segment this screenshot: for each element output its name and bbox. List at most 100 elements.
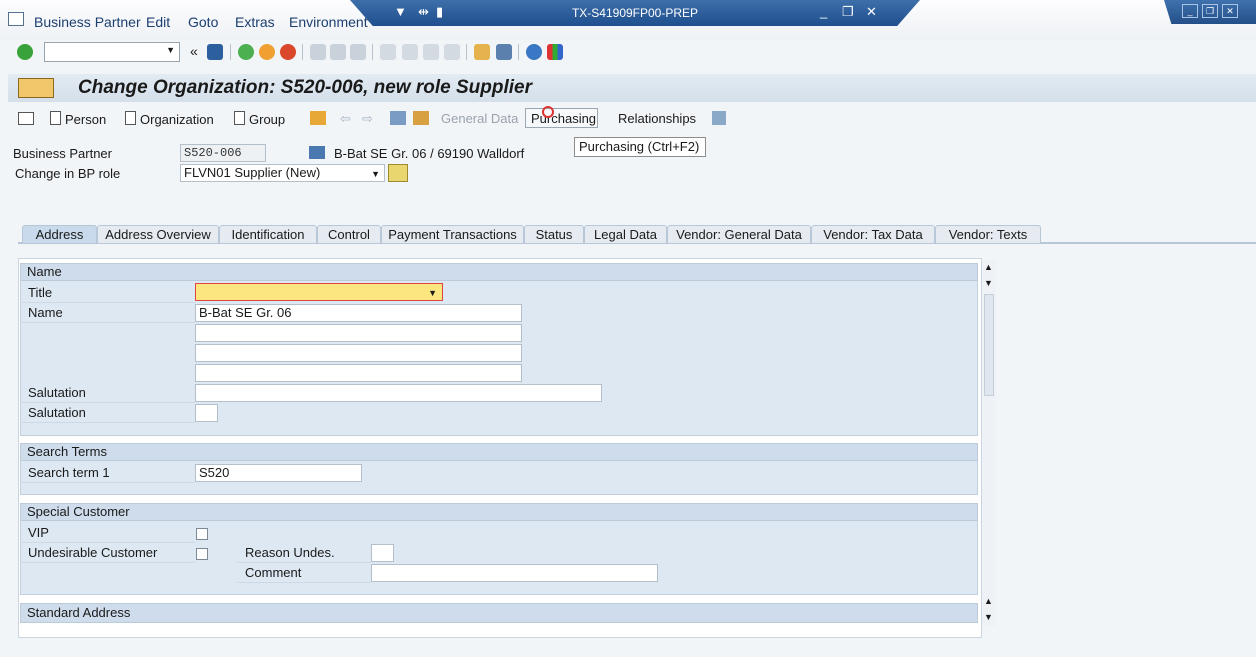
- comment-field[interactable]: [371, 564, 658, 582]
- search-role-icon[interactable]: [388, 164, 408, 182]
- save-icon[interactable]: [207, 44, 223, 60]
- person-card-icon[interactable]: [712, 111, 726, 125]
- bp-role-dropdown[interactable]: FLVN01 Supplier (New) ▼: [180, 164, 385, 182]
- relationships-button[interactable]: Relationships: [618, 111, 696, 126]
- chevron-down-icon: ▼: [371, 169, 380, 179]
- salutation-code-label: Salutation: [20, 403, 195, 423]
- back-icon[interactable]: [238, 44, 254, 60]
- help-icon[interactable]: [526, 44, 542, 60]
- document-icon: [125, 111, 136, 125]
- tab-address-overview[interactable]: Address Overview: [97, 225, 219, 243]
- document-icon: [50, 111, 61, 125]
- title-dropdown[interactable]: ▼: [195, 283, 443, 301]
- restore-icon[interactable]: ❐: [842, 4, 854, 20]
- arrow-left-icon[interactable]: ⇦: [340, 111, 351, 127]
- name-field-4[interactable]: [195, 364, 522, 382]
- business-partner-label: Business Partner: [13, 146, 112, 161]
- salutation-code-field[interactable]: [195, 404, 218, 422]
- business-partner-description: B-Bat SE Gr. 06 / 69190 Walldorf: [334, 146, 525, 161]
- tab-address[interactable]: Address: [22, 225, 97, 243]
- system-menu-icon[interactable]: [8, 12, 24, 26]
- bp-role-value: FLVN01 Supplier (New): [184, 165, 321, 180]
- scroll-thumb[interactable]: [984, 294, 994, 396]
- name-field-3[interactable]: [195, 344, 522, 362]
- print-icon[interactable]: [310, 44, 326, 60]
- salutation-label: Salutation: [20, 383, 195, 403]
- click-indicator-icon: [542, 106, 554, 118]
- vertical-scrollbar[interactable]: ▲ ▼ ▲ ▼: [982, 260, 996, 626]
- reason-undes-field[interactable]: [371, 544, 394, 562]
- tab-vendor-texts[interactable]: Vendor: Texts: [935, 225, 1041, 243]
- salutation-field[interactable]: [195, 384, 602, 402]
- menu-goto[interactable]: Goto: [188, 14, 218, 30]
- scroll-down-icon[interactable]: ▼: [984, 278, 993, 288]
- collapse-chevron-icon[interactable]: «: [190, 43, 198, 59]
- menu-environment[interactable]: Environment: [289, 14, 368, 30]
- search-term-1-field[interactable]: S520: [195, 464, 362, 482]
- enter-checkmark-icon[interactable]: [17, 44, 33, 60]
- last-page-icon[interactable]: [444, 44, 460, 60]
- toolbar-separator: [302, 44, 303, 60]
- window-title: TX-S41909FP00-PREP: [571, 6, 699, 20]
- previous-page-icon[interactable]: [402, 44, 418, 60]
- minimize-icon[interactable]: _: [820, 4, 827, 19]
- standard-toolbar: [0, 40, 1256, 66]
- outer-minimize-icon[interactable]: _: [1182, 4, 1198, 18]
- general-data-button[interactable]: General Data: [441, 111, 518, 126]
- exit-icon[interactable]: [259, 44, 275, 60]
- command-field[interactable]: ▼: [44, 42, 180, 62]
- scroll-up-icon-bottom[interactable]: ▲: [984, 596, 993, 606]
- vip-checkbox[interactable]: [196, 528, 208, 540]
- business-partner-field[interactable]: S520-006: [180, 144, 266, 162]
- tab-payment-transactions[interactable]: Payment Transactions: [381, 225, 524, 243]
- name-field-2[interactable]: [195, 324, 522, 342]
- next-page-icon[interactable]: [423, 44, 439, 60]
- title-label: Title: [20, 283, 195, 303]
- menu-business-partner[interactable]: Business Partner: [34, 14, 141, 30]
- menu-edit[interactable]: Edit: [146, 14, 170, 30]
- tab-legal-data[interactable]: Legal Data: [584, 225, 667, 243]
- tab-status[interactable]: Status: [524, 225, 584, 243]
- organization-label: Organization: [140, 112, 214, 127]
- where-used-icon[interactable]: [413, 111, 429, 125]
- organization-button[interactable]: Organization: [125, 111, 214, 127]
- layout-settings-icon[interactable]: [547, 44, 563, 60]
- toolbar-separator: [230, 44, 231, 60]
- standard-address-header: Standard Address: [20, 603, 978, 623]
- scroll-down-icon-bottom[interactable]: ▼: [984, 612, 993, 622]
- toolbar-separator: [372, 44, 373, 60]
- cancel-icon[interactable]: [280, 44, 296, 60]
- name-field-1[interactable]: B-Bat SE Gr. 06: [195, 304, 522, 322]
- undesirable-customer-label: Undesirable Customer: [20, 543, 195, 563]
- open-folder-icon[interactable]: [310, 111, 326, 125]
- page-title: Change Organization: S520-006, new role …: [78, 77, 532, 98]
- toolbar-separator: [466, 44, 467, 60]
- person-button[interactable]: Person: [50, 111, 106, 127]
- switch-icon[interactable]: [390, 111, 406, 125]
- menu-extras[interactable]: Extras: [235, 14, 275, 30]
- tab-vendor-general-data[interactable]: Vendor: General Data: [667, 225, 811, 243]
- group-button[interactable]: Group: [234, 111, 285, 127]
- organization-building-icon: [309, 146, 325, 159]
- bp-role-label: Change in BP role: [15, 166, 121, 181]
- name-group-header: Name: [20, 263, 978, 281]
- outer-restore-icon[interactable]: ❐: [1202, 4, 1218, 18]
- find-next-icon[interactable]: [350, 44, 366, 60]
- tab-control[interactable]: Control: [317, 225, 381, 243]
- shortcut-icon[interactable]: [496, 44, 512, 60]
- close-icon[interactable]: ✕: [866, 4, 877, 20]
- display-toggle-icon[interactable]: [18, 112, 34, 125]
- reason-undes-label: Reason Undes.: [237, 543, 371, 563]
- undesirable-customer-checkbox[interactable]: [196, 548, 208, 560]
- tab-vendor-tax-data[interactable]: Vendor: Tax Data: [811, 225, 935, 243]
- new-session-icon[interactable]: [474, 44, 490, 60]
- first-page-icon[interactable]: [380, 44, 396, 60]
- purchasing-button[interactable]: Purchasing: [531, 111, 596, 126]
- outer-close-icon[interactable]: ✕: [1222, 4, 1238, 18]
- chevron-down-icon: ▼: [428, 288, 437, 298]
- special-customer-header: Special Customer: [20, 503, 978, 521]
- tab-identification[interactable]: Identification: [219, 225, 317, 243]
- find-icon[interactable]: [330, 44, 346, 60]
- scroll-up-icon[interactable]: ▲: [984, 262, 993, 272]
- arrow-right-icon[interactable]: ⇨: [362, 111, 373, 127]
